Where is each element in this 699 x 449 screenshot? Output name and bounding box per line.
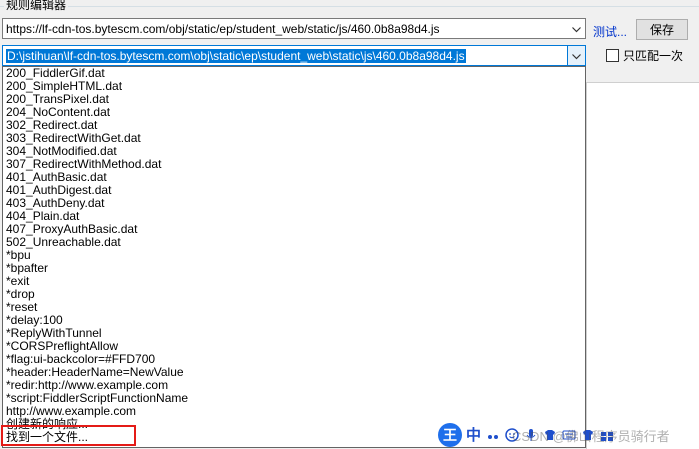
response-value: D:\jstihuan\lf-cdn-tos.bytescm.com\obj\s…: [6, 48, 466, 63]
list-item[interactable]: *bpafter: [3, 262, 585, 275]
match-once-option[interactable]: 只匹配一次: [606, 47, 683, 64]
url-dropdown-arrow[interactable]: [567, 19, 585, 38]
ime-logo-icon[interactable]: 王: [438, 422, 462, 447]
rules-panel: [586, 82, 699, 449]
response-dropdown-list[interactable]: 200_FiddlerGif.dat 200_SimpleHTML.dat 20…: [2, 66, 586, 448]
watermark-text: CSDN @佛山程序员骑行者: [512, 429, 670, 444]
chevron-down-icon: [572, 49, 581, 63]
match-once-checkbox[interactable]: [606, 49, 619, 62]
chevron-down-icon: [572, 22, 581, 36]
punctuation-icon[interactable]: [485, 427, 500, 442]
response-dropdown-arrow[interactable]: [567, 46, 585, 65]
save-button[interactable]: 保存: [636, 19, 688, 40]
rule-editor-title: 规则编辑器: [4, 0, 69, 13]
list-item[interactable]: 502_Unreachable.dat: [3, 236, 585, 249]
list-item[interactable]: 403_AuthDeny.dat: [3, 197, 585, 210]
list-item[interactable]: *reset: [3, 301, 585, 314]
group-border: [0, 6, 699, 7]
response-value-wrap[interactable]: D:\jstihuan\lf-cdn-tos.bytescm.com\obj\s…: [3, 48, 567, 63]
list-item[interactable]: *drop: [3, 288, 585, 301]
test-link[interactable]: 测试...: [593, 23, 627, 40]
list-item[interactable]: *exit: [3, 275, 585, 288]
ime-mode-indicator[interactable]: 中: [466, 424, 481, 445]
url-combobox[interactable]: https://lf-cdn-tos.bytescm.com/obj/stati…: [2, 18, 586, 39]
url-value[interactable]: https://lf-cdn-tos.bytescm.com/obj/stati…: [3, 22, 567, 36]
response-combobox[interactable]: D:\jstihuan\lf-cdn-tos.bytescm.com\obj\s…: [2, 45, 586, 66]
list-item[interactable]: *bpu: [3, 249, 585, 262]
list-item[interactable]: http://www.example.com: [3, 405, 585, 418]
match-once-label: 只匹配一次: [623, 49, 684, 63]
